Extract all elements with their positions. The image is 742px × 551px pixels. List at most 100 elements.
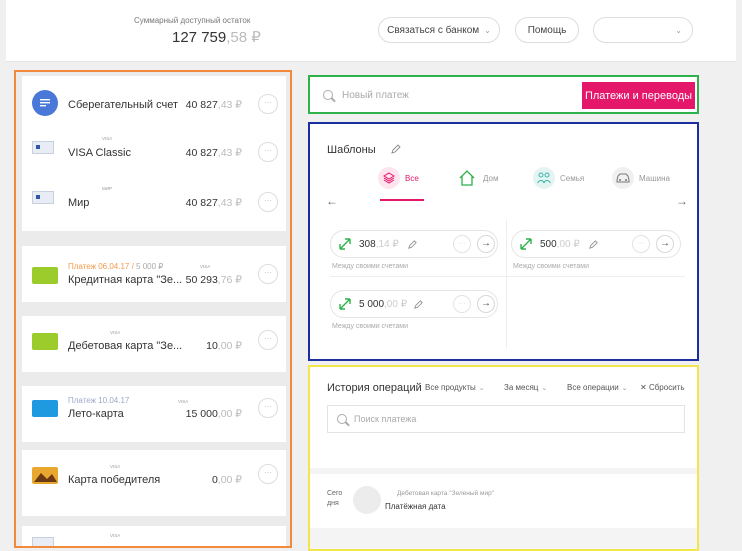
account-amount: 0,00 ₽ bbox=[211, 474, 242, 486]
pencil-icon[interactable] bbox=[390, 143, 402, 155]
filter-products-dropdown[interactable]: Все продукты ⌄ bbox=[425, 383, 485, 392]
layers-icon bbox=[378, 167, 400, 189]
template-go-button[interactable]: → bbox=[477, 235, 495, 253]
template-caption: Между своими счетами bbox=[332, 323, 409, 330]
template-card[interactable]: 308,14 ₽ ··· → bbox=[330, 230, 498, 258]
transfer-icon bbox=[520, 238, 532, 250]
chevron-down-icon: ⌄ bbox=[484, 25, 491, 35]
tab-home[interactable]: Дом bbox=[456, 166, 498, 190]
pencil-icon[interactable] bbox=[588, 239, 599, 250]
card-icon bbox=[32, 141, 54, 154]
template-go-button[interactable]: → bbox=[477, 295, 495, 313]
template-amount: 5 000,00 ₽ bbox=[359, 299, 408, 310]
template-caption: Между своими счетами bbox=[513, 263, 590, 270]
account-mir[interactable]: МИР Мир 40 827,43 ₽ ··· bbox=[22, 182, 286, 230]
account-debit-card[interactable]: VISA Дебетовая карта "Зе... 10,00 ₽ ··· bbox=[22, 316, 286, 372]
pencil-icon[interactable] bbox=[413, 299, 424, 310]
profile-dropdown[interactable]: ⌄ bbox=[593, 17, 693, 43]
account-leto-card[interactable]: Платеж 10.04.17 VISA Лето-карта 15 000,0… bbox=[22, 386, 286, 442]
divider bbox=[506, 219, 507, 349]
template-go-button[interactable]: → bbox=[656, 235, 674, 253]
account-more-button[interactable]: ··· bbox=[258, 464, 278, 484]
transfer-icon bbox=[339, 298, 351, 310]
account-more-button[interactable]: ··· bbox=[258, 398, 278, 418]
account-amount: 50 293,76 ₽ bbox=[185, 274, 242, 286]
new-payment-bar: Новый платеж Платежи и переводы bbox=[308, 75, 699, 114]
filter-period-dropdown[interactable]: За месяц ⌄ bbox=[504, 383, 547, 392]
account-more-button[interactable]: ··· bbox=[258, 192, 278, 212]
account-name: Карта победителя bbox=[68, 474, 161, 486]
account-name: Сберегательный счет bbox=[68, 99, 179, 111]
tab-all[interactable]: Все bbox=[378, 166, 419, 190]
account-amount: 15 000,00 ₽ bbox=[185, 408, 242, 420]
operation-row[interactable]: Сегодня Дебетовая карта "Зеленый мир" Пл… bbox=[310, 474, 697, 528]
arrow-right-icon[interactable]: → bbox=[676, 194, 688, 208]
card-network-tag: МИР bbox=[102, 186, 112, 191]
history-panel: История операций Все продукты ⌄ За месяц ⌄… bbox=[308, 365, 699, 551]
card-icon bbox=[32, 191, 54, 204]
chevron-down-icon: ⌄ bbox=[541, 385, 548, 392]
accounts-group-main: Сберегательный счет 40 827,43 ₽ ··· VISA… bbox=[22, 76, 286, 231]
account-name: Дебетовая карта "Зе... bbox=[68, 340, 183, 352]
active-tab-indicator bbox=[380, 199, 424, 201]
operation-source: Дебетовая карта "Зеленый мир" bbox=[397, 490, 494, 497]
accounts-panel: Сберегательный счет 40 827,43 ₽ ··· VISA… bbox=[14, 70, 292, 548]
account-amount: 40 827,43 ₽ bbox=[185, 147, 242, 159]
family-icon bbox=[533, 167, 555, 189]
filter-operations-dropdown[interactable]: Все операции ⌄ bbox=[567, 383, 628, 392]
green-card-icon bbox=[32, 267, 58, 284]
tab-family[interactable]: Семья bbox=[533, 166, 584, 190]
account-next-partial[interactable]: VISA bbox=[22, 526, 286, 546]
account-amount: 40 827,43 ₽ bbox=[185, 99, 242, 111]
winner-card-icon bbox=[32, 467, 58, 484]
account-name: Мир bbox=[68, 197, 90, 209]
account-name: Кредитная карта "Зе... bbox=[68, 274, 183, 286]
close-icon: ✕ bbox=[640, 383, 649, 392]
template-more-button[interactable]: ··· bbox=[453, 235, 471, 253]
payment-due-note: Платеж 06.04.17 / 5 000 ₽ bbox=[68, 262, 164, 271]
account-amount: 10,00 ₽ bbox=[206, 340, 242, 352]
avatar bbox=[353, 486, 381, 514]
account-name: Лето-карта bbox=[68, 408, 124, 420]
account-more-button[interactable]: ··· bbox=[258, 142, 278, 162]
savings-account-icon bbox=[32, 90, 58, 116]
car-icon bbox=[612, 167, 634, 189]
template-more-button[interactable]: ··· bbox=[632, 235, 650, 253]
pencil-icon[interactable] bbox=[407, 239, 418, 250]
card-icon bbox=[32, 537, 54, 546]
account-credit-card[interactable]: Платеж 06.04.17 / 5 000 ₽ VISA Кредитная… bbox=[22, 246, 286, 302]
template-card[interactable]: 5 000,00 ₽ ··· → bbox=[330, 290, 498, 318]
transfer-icon bbox=[339, 238, 351, 250]
card-network-tag: VISA bbox=[200, 264, 211, 269]
search-icon bbox=[337, 414, 347, 424]
template-caption: Между своими счетами bbox=[332, 263, 409, 270]
account-winner-card[interactable]: VISA Карта победителя 0,00 ₽ ··· bbox=[22, 450, 286, 516]
contact-bank-button[interactable]: Связаться с банком ⌄ bbox=[378, 17, 500, 43]
card-network-tag: VISA bbox=[102, 136, 113, 141]
arrow-left-icon[interactable]: ← bbox=[326, 194, 338, 208]
account-more-button[interactable]: ··· bbox=[258, 330, 278, 350]
total-balance-value: 127 759,58 ₽ bbox=[172, 29, 261, 46]
account-savings[interactable]: Сберегательный счет 40 827,43 ₽ ··· bbox=[22, 84, 286, 132]
reset-filters-button[interactable]: ✕ Сбросить bbox=[640, 383, 685, 392]
new-payment-input[interactable]: Новый платеж bbox=[342, 90, 409, 101]
account-visa-classic[interactable]: VISA VISA Classic 40 827,43 ₽ ··· bbox=[22, 132, 286, 180]
template-card[interactable]: 500,00 ₽ ··· → bbox=[511, 230, 681, 258]
tab-car[interactable]: Машина bbox=[612, 166, 670, 190]
templates-title: Шаблоны bbox=[327, 144, 376, 156]
account-more-button[interactable]: ··· bbox=[258, 264, 278, 284]
account-more-button[interactable]: ··· bbox=[258, 94, 278, 114]
top-header: Суммарный доступный остаток 127 759,58 ₽… bbox=[6, 0, 736, 62]
operation-description: Платёжная дата bbox=[385, 502, 446, 511]
card-network-tag: VISA bbox=[178, 399, 189, 404]
help-button[interactable]: Помощь bbox=[515, 17, 579, 43]
card-network-tag: VISA bbox=[110, 464, 121, 469]
chevron-down-icon: ⌄ bbox=[478, 385, 485, 392]
payment-due-note: Платеж 10.04.17 bbox=[68, 396, 130, 405]
template-more-button[interactable]: ··· bbox=[453, 295, 471, 313]
history-title: История операций bbox=[327, 382, 422, 394]
payments-transfers-button[interactable]: Платежи и переводы bbox=[582, 82, 695, 109]
template-amount: 500,00 ₽ bbox=[540, 239, 580, 250]
history-search-input[interactable]: Поиск платежа bbox=[327, 405, 685, 433]
green-card-icon bbox=[32, 333, 58, 350]
